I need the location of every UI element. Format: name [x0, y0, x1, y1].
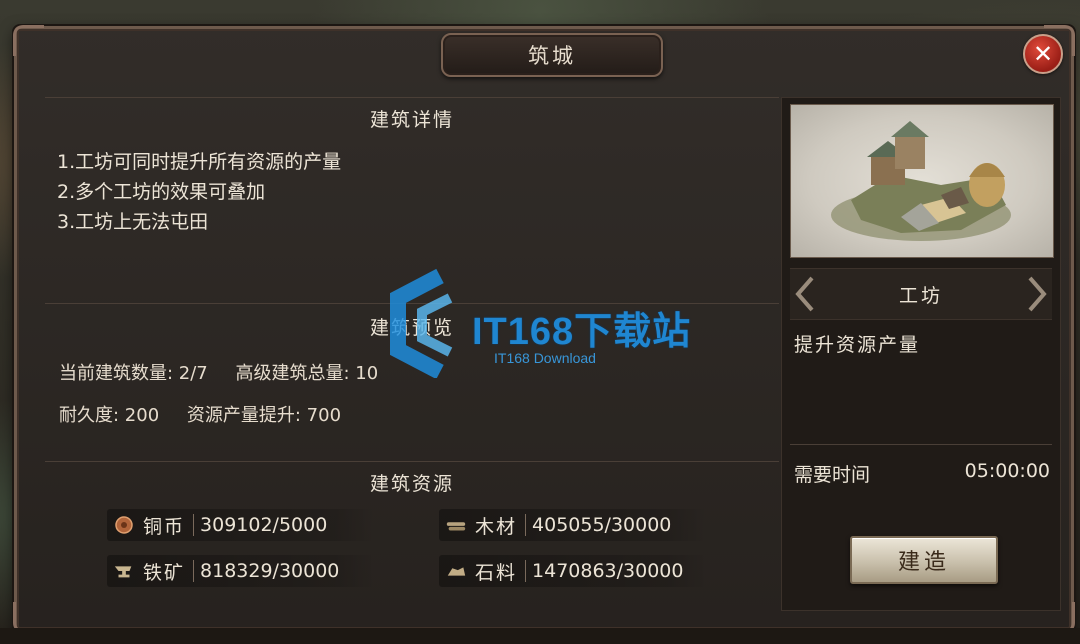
- divider: [45, 97, 779, 98]
- separator: [193, 560, 195, 582]
- chevron-right-icon: [1028, 276, 1047, 312]
- next-building-button[interactable]: [1022, 272, 1052, 316]
- building-count: 当前建筑数量: 2/7: [59, 363, 208, 384]
- separator: [525, 514, 527, 536]
- stone-icon: [445, 560, 467, 582]
- divider: [45, 303, 779, 304]
- divider: [45, 461, 779, 462]
- close-button[interactable]: ✕: [1023, 34, 1063, 74]
- details-list: 1.工坊可同时提升所有资源的产量 2.多个工坊的效果可叠加 3.工坊上无法屯田: [57, 147, 341, 237]
- details-line: 3.工坊上无法屯田: [57, 211, 209, 233]
- resource-value: 309102/5000: [200, 514, 328, 536]
- resource-copper: 铜币 309102/5000: [107, 509, 375, 541]
- time-value: 05:00:00: [964, 460, 1050, 482]
- building-name: 工坊: [898, 284, 943, 307]
- resource-value: 818329/30000: [200, 560, 340, 582]
- chevron-left-icon: [795, 276, 814, 312]
- left-panel: 建筑详情 1.工坊可同时提升所有资源的产量 2.多个工坊的效果可叠加 3.工坊上…: [45, 97, 779, 607]
- overview-title: 建筑预览: [369, 317, 454, 339]
- resource-value: 405055/30000: [532, 514, 672, 536]
- resource-stone: 石料 1470863/30000: [439, 555, 707, 587]
- dialog-title-plate: 筑城: [441, 33, 663, 77]
- bottom-bar: [0, 628, 1080, 644]
- build-time-row: 需要时间 05:00:00: [794, 460, 1050, 487]
- details-line: 1.工坊可同时提升所有资源的产量: [57, 151, 342, 173]
- prev-building-button[interactable]: [790, 272, 820, 316]
- build-button[interactable]: 建造: [850, 536, 998, 584]
- building-selector: 工坊: [790, 268, 1052, 320]
- build-dialog: 筑城 ✕ 建筑详情 1.工坊可同时提升所有资源的产量 2.多个工坊的效果可叠加 …: [13, 25, 1075, 633]
- production-bonus: 资源产量提升: 700: [186, 405, 342, 426]
- advanced-building-total: 高级建筑总量: 10: [235, 363, 379, 384]
- iron-anvil-icon: [113, 560, 135, 582]
- resource-label: 木材: [475, 515, 518, 538]
- resource-label: 石料: [475, 561, 518, 584]
- close-icon: ✕: [1032, 40, 1054, 68]
- separator: [193, 514, 195, 536]
- resource-label: 铜币: [143, 515, 186, 538]
- time-label: 需要时间: [794, 464, 871, 486]
- dialog-title: 筑城: [528, 44, 576, 68]
- resource-value: 1470863/30000: [532, 560, 684, 582]
- durability: 耐久度: 200: [59, 405, 160, 426]
- copper-coin-icon: [113, 514, 135, 536]
- divider: [790, 444, 1052, 445]
- frame-corner: [13, 25, 44, 56]
- resource-label: 铁矿: [143, 561, 186, 584]
- resource-iron: 铁矿 818329/30000: [107, 555, 375, 587]
- resource-wood: 木材 405055/30000: [439, 509, 707, 541]
- building-panel: 工坊 提升资源产量 需要时间 05:00:00 建造: [781, 97, 1061, 611]
- details-title: 建筑详情: [369, 109, 454, 131]
- separator: [525, 560, 527, 582]
- overview-stats: 当前建筑数量: 2/7 高级建筑总量: 10 耐久度: 200 资源产量提升: …: [59, 353, 400, 437]
- wood-icon: [445, 514, 467, 536]
- resources-title: 建筑资源: [369, 473, 454, 495]
- building-effect: 提升资源产量: [794, 334, 921, 356]
- details-line: 2.多个工坊的效果可叠加: [57, 181, 266, 203]
- building-image: [790, 104, 1054, 258]
